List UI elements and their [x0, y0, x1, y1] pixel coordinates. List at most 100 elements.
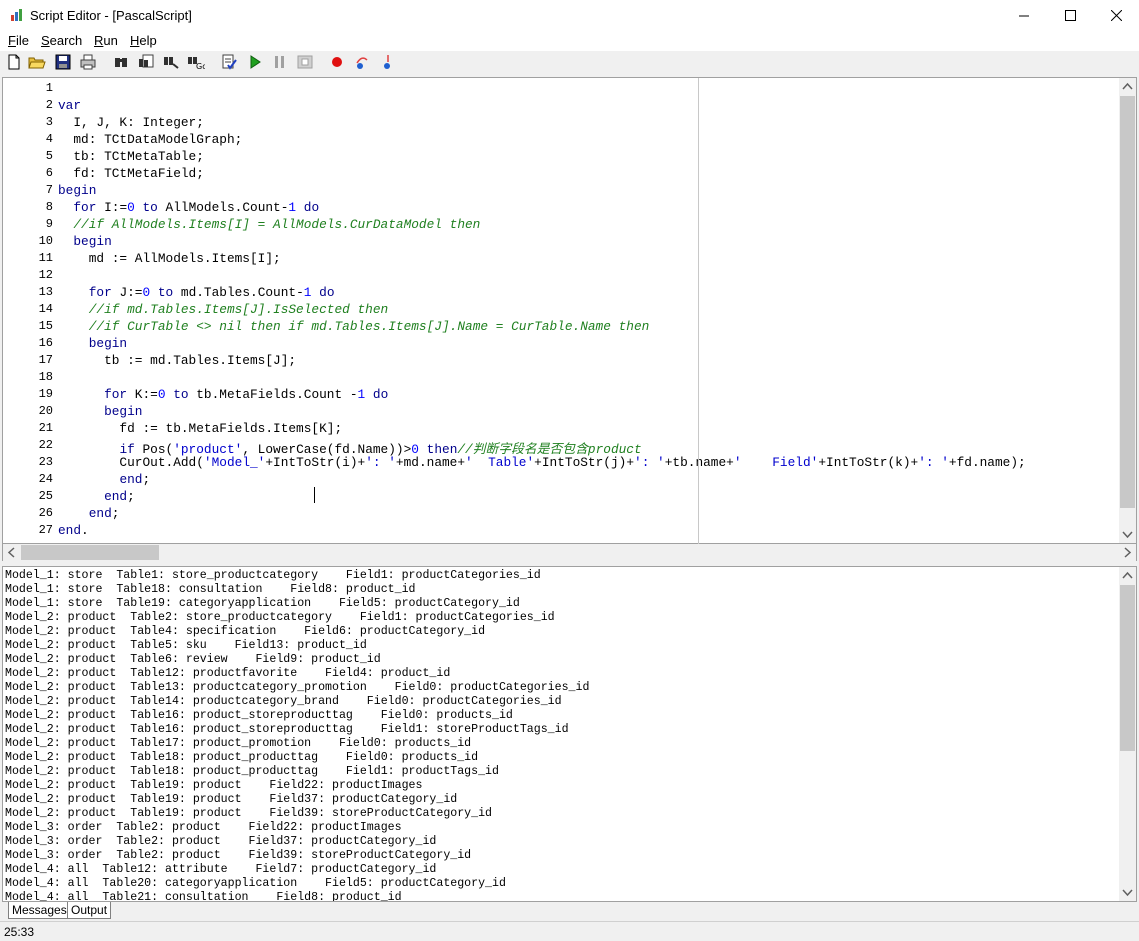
compile-icon [222, 54, 237, 70]
line-number: 18 [38, 370, 53, 384]
pane-tabs: Messages Output [0, 902, 1139, 920]
line-number: 6 [45, 166, 53, 180]
line-number: 26 [38, 506, 53, 520]
run-button[interactable] [246, 53, 264, 71]
code-line[interactable]: end; [58, 472, 150, 487]
editor-horizontal-scrollbar[interactable] [2, 544, 1137, 561]
output-line: Model_2: product Table18: product_produc… [5, 751, 479, 764]
output-line: Model_1: store Table19: categoryapplicat… [5, 597, 520, 610]
code-editor[interactable]: 1 2 3 4 5 6 7 8 9 10 11 12 13 14 15 16 17 18 19 20 21 22 23 24 2… [2, 77, 1137, 545]
code-line[interactable]: for I:=0 to AllModels.Count-1 do [58, 200, 319, 215]
output-scroll-up-icon[interactable] [1119, 567, 1136, 584]
find-icon [115, 58, 127, 67]
menu-run-label: un [103, 33, 118, 48]
code-line[interactable]: //if AllModels.Items[I] = AllModels.CurD… [58, 217, 480, 232]
scroll-thumb[interactable] [1120, 96, 1135, 508]
menu-help-label: elp [139, 33, 157, 48]
code-line[interactable]: //if CurTable <> nil then if md.Tables.I… [58, 319, 650, 334]
hscroll-thumb[interactable] [21, 545, 159, 560]
tab-messages[interactable]: Messages [8, 902, 71, 919]
output-line: Model_2: product Table14: productcategor… [5, 695, 562, 708]
pause-button[interactable] [271, 53, 289, 71]
find-button[interactable] [112, 53, 130, 71]
code-line[interactable]: end; [58, 506, 120, 521]
code-line[interactable]: md: TCtDataModelGraph; [58, 132, 242, 147]
code-line[interactable]: //if md.Tables.Items[J].IsSelected then [58, 302, 389, 317]
scroll-right-icon[interactable] [1119, 544, 1136, 561]
minimize-button[interactable] [1001, 0, 1047, 31]
code-line[interactable]: tb := md.Tables.Items[J]; [58, 353, 296, 368]
menu-help[interactable]: Help [130, 33, 157, 48]
menu-run-accel: R [94, 33, 104, 48]
svg-text:Go: Go [196, 62, 205, 70]
code-line[interactable]: CurOut.Add('Model_'+IntToStr(i)+': '+md.… [58, 455, 1025, 470]
output-scroll-down-icon[interactable] [1119, 884, 1136, 901]
line-number: 13 [38, 285, 53, 299]
stop-icon [297, 55, 313, 69]
menu-search-label: earch [49, 33, 83, 48]
output-line: Model_2: product Table6: review Field9: … [5, 653, 381, 666]
output-line: Model_2: product Table19: product Field2… [5, 779, 423, 792]
output-scroll-thumb[interactable] [1120, 585, 1135, 751]
stop-button[interactable] [296, 53, 314, 71]
new-file-button[interactable] [5, 53, 23, 71]
find-next-button[interactable] [137, 53, 155, 71]
line-number: 11 [38, 251, 53, 265]
output-vertical-scrollbar[interactable] [1119, 567, 1136, 901]
find-next-icon [139, 54, 154, 68]
goto-line-button[interactable]: Go [187, 53, 205, 71]
line-number: 22 [38, 438, 53, 452]
breakpoint-button[interactable] [328, 53, 346, 71]
step-over-button[interactable] [353, 53, 371, 71]
menu-file[interactable]: File [8, 33, 29, 48]
menu-help-accel: H [130, 33, 140, 48]
line-number: 2 [45, 98, 53, 112]
scroll-down-icon[interactable] [1119, 526, 1136, 543]
scroll-left-icon[interactable] [3, 544, 20, 561]
code-line[interactable]: begin [58, 336, 127, 351]
output-lines: Model_1: store Table1: store_productcate… [5, 569, 589, 901]
code-line[interactable]: begin [58, 404, 142, 419]
output-line: Model_2: product Table5: sku Field13: pr… [5, 639, 367, 652]
breakpoint-icon [332, 57, 342, 67]
code-line[interactable]: var [58, 98, 81, 113]
code-line[interactable]: tb: TCtMetaTable; [58, 149, 204, 164]
line-number: 5 [45, 149, 53, 163]
menu-file-label: ile [15, 33, 29, 48]
pause-icon [275, 56, 284, 68]
output-line: Model_2: product Table18: product_produc… [5, 765, 499, 778]
code-line[interactable]: for J:=0 to md.Tables.Count-1 do [58, 285, 335, 300]
output-line: Model_2: product Table2: store_productca… [5, 611, 555, 624]
replace-button[interactable] [162, 53, 180, 71]
code-line[interactable]: fd: TCtMetaField; [58, 166, 204, 181]
line-number: 15 [38, 319, 53, 333]
code-line[interactable]: fd := tb.MetaFields.Items[K]; [58, 421, 342, 436]
code-line[interactable]: md := AllModels.Items[I]; [58, 251, 281, 266]
menu-search[interactable]: Search [41, 33, 82, 48]
output-line: Model_2: product Table12: productfavorit… [5, 667, 451, 680]
replace-icon [164, 57, 179, 69]
open-folder-icon [28, 57, 46, 69]
output-line: Model_3: order Table2: product Field22: … [5, 821, 402, 834]
code-line[interactable]: begin [58, 183, 96, 198]
editor-vertical-scrollbar[interactable] [1119, 78, 1136, 543]
save-button[interactable] [54, 53, 72, 71]
code-line[interactable]: begin [58, 234, 111, 249]
code-line[interactable]: I, J, K: Integer; [58, 115, 204, 130]
compile-button[interactable] [220, 53, 238, 71]
scroll-up-icon[interactable] [1119, 78, 1136, 95]
print-button[interactable] [79, 53, 97, 71]
code-line[interactable]: end; [58, 489, 135, 504]
open-button[interactable] [28, 53, 46, 71]
close-button[interactable] [1093, 0, 1139, 31]
step-into-button[interactable] [378, 53, 396, 71]
output-pane[interactable]: Model_1: store Table1: store_productcate… [2, 566, 1137, 902]
tab-output[interactable]: Output [67, 902, 112, 919]
line-number: 21 [38, 421, 53, 435]
menu-run[interactable]: Run [94, 33, 118, 48]
line-number: 3 [45, 115, 53, 129]
output-line: Model_1: store Table1: store_productcate… [5, 569, 541, 582]
code-line[interactable]: for K:=0 to tb.MetaFields.Count -1 do [58, 387, 388, 402]
maximize-button[interactable] [1047, 0, 1093, 31]
code-line[interactable]: end. [58, 523, 89, 538]
